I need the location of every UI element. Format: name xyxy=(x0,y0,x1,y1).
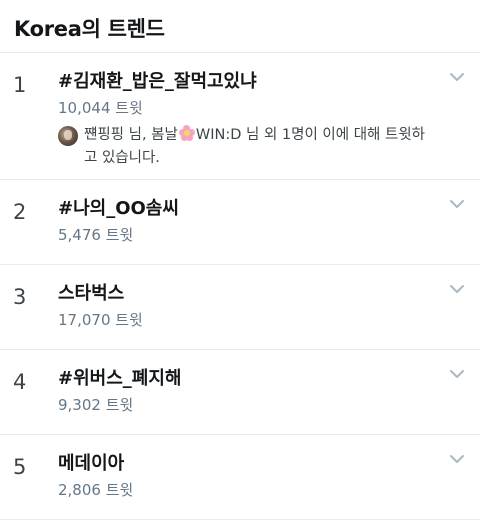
trend-name[interactable]: #나의_OO솜씨 xyxy=(58,197,436,221)
chevron-down-icon[interactable] xyxy=(448,368,466,380)
chevron-down-icon[interactable] xyxy=(448,283,466,295)
trend-name[interactable]: #위버스_폐지해 xyxy=(58,367,436,391)
trend-item-2[interactable]: 2 #나의_OO솜씨 5,476 트윗 xyxy=(0,180,480,265)
trend-body: #나의_OO솜씨 5,476 트윗 xyxy=(58,197,436,244)
cherry-blossom-icon xyxy=(178,125,195,141)
trend-tweet-count: 17,070 트윗 xyxy=(58,311,143,329)
trend-item-3[interactable]: 3 스타벅스 17,070 트윗 xyxy=(0,265,480,350)
trend-tweet-count: 2,806 트윗 xyxy=(58,481,134,499)
trend-name[interactable]: 메데이아 xyxy=(58,452,436,476)
trend-item-1[interactable]: 1 #김재환_밥은_잘먹고있냐 10,044 트윗 쨴핑핑 님, 봄날 WIN:D… xyxy=(0,53,480,180)
trend-rank: 4 xyxy=(13,370,27,394)
trend-tweet-count: 9,302 트윗 xyxy=(58,396,134,414)
trend-rank: 2 xyxy=(13,200,27,224)
trend-name[interactable]: #김재환_밥은_잘먹고있냐 xyxy=(58,70,436,94)
trend-tweet-count: 10,044 트윗 xyxy=(58,99,143,117)
trend-list: 1 #김재환_밥은_잘먹고있냐 10,044 트윗 쨴핑핑 님, 봄날 WIN:D… xyxy=(0,53,480,520)
trends-header: Korea의 트렌드 xyxy=(0,0,480,53)
trend-rank: 5 xyxy=(13,455,27,479)
page-title: Korea의 트렌드 xyxy=(14,17,165,41)
trend-tweet-count: 5,476 트윗 xyxy=(58,226,134,244)
trend-rank: 1 xyxy=(13,73,27,97)
context-text-part-1: 쨴핑핑 님, 봄날 xyxy=(84,127,178,143)
trend-rank: 3 xyxy=(13,285,27,309)
trend-context: 쨴핑핑 님, 봄날 WIN:D 님 외 1명이 이에 대해 트윗하고 있습니다. xyxy=(58,124,436,170)
trend-name[interactable]: 스타벅스 xyxy=(58,282,436,306)
trend-body: #김재환_밥은_잘먹고있냐 10,044 트윗 쨴핑핑 님, 봄날 WIN:D 님… xyxy=(58,70,436,170)
trend-body: #위버스_폐지해 9,302 트윗 xyxy=(58,367,436,414)
trend-body: 메데이아 2,806 트윗 xyxy=(58,452,436,499)
avatar xyxy=(58,126,78,146)
trend-body: 스타벅스 17,070 트윗 xyxy=(58,282,436,329)
trend-context-text: 쨴핑핑 님, 봄날 WIN:D 님 외 1명이 이에 대해 트윗하고 있습니다. xyxy=(84,124,436,170)
chevron-down-icon[interactable] xyxy=(448,71,466,83)
trend-item-4[interactable]: 4 #위버스_폐지해 9,302 트윗 xyxy=(0,350,480,435)
chevron-down-icon[interactable] xyxy=(448,198,466,210)
chevron-down-icon[interactable] xyxy=(448,453,466,465)
trend-item-5[interactable]: 5 메데이아 2,806 트윗 xyxy=(0,435,480,520)
